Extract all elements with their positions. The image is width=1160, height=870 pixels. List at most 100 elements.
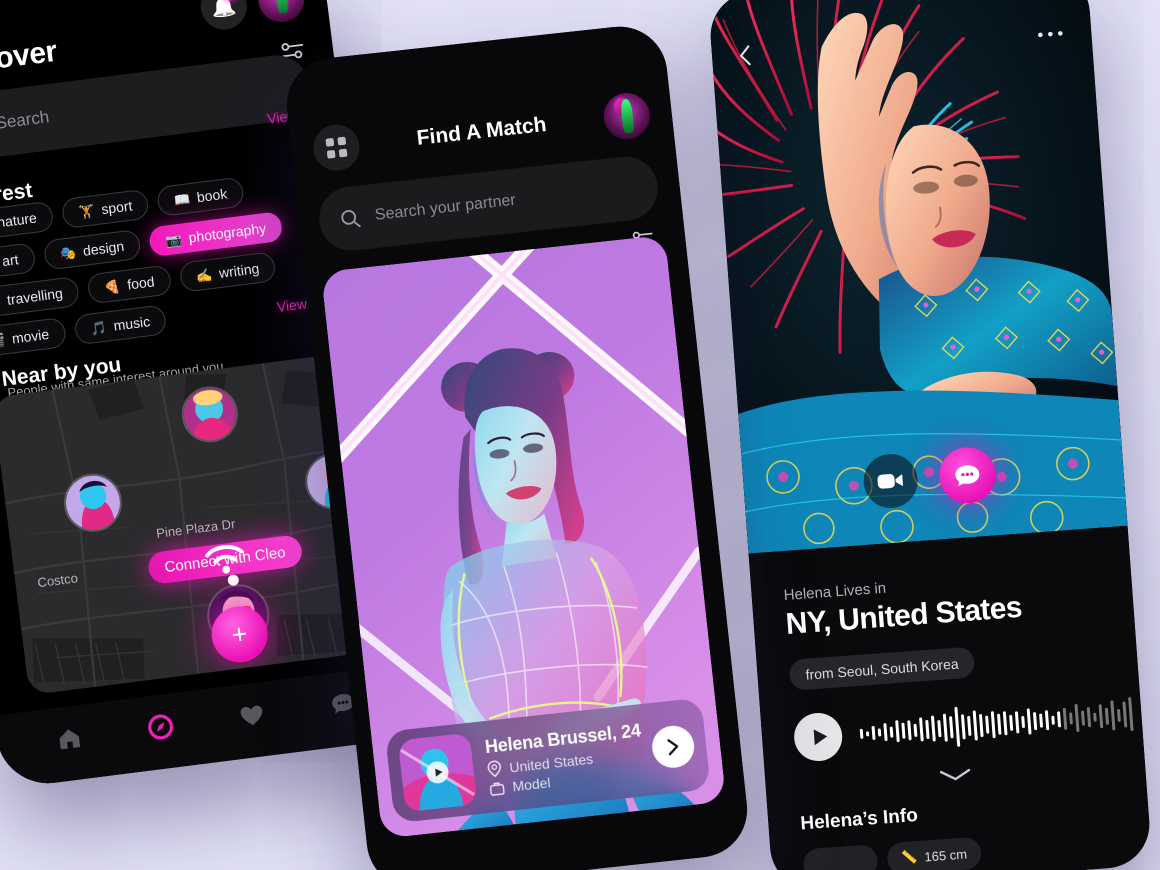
waveform-bar — [1116, 708, 1121, 722]
phone-profile: Helena Lives in NY, United States from S… — [707, 0, 1153, 870]
interest-chip-art[interactable]: 🎨art — [0, 242, 37, 281]
video-camera-icon — [877, 474, 904, 489]
interest-chip-photography[interactable]: 📷 photography — [147, 210, 284, 258]
chip-emoji-icon: 📖 — [172, 190, 191, 208]
audio-waveform[interactable] — [858, 691, 1134, 757]
info-tag-list: 📏165 cm🎓Undergraduate — [802, 826, 1123, 870]
waveform-bar — [1044, 710, 1050, 731]
tag-label: 165 cm — [923, 845, 968, 865]
interest-chip-movie[interactable]: 🎬 movie — [0, 316, 67, 359]
info-tag — [802, 844, 879, 870]
interest-chip-sport[interactable]: 🏋️ sport — [60, 188, 150, 230]
chip-emoji-icon: 🌎 — [0, 293, 1, 310]
chip-emoji-icon: 🎵 — [89, 319, 108, 337]
interest-chip-food[interactable]: 🍕 food — [86, 264, 173, 305]
waveform-bar — [1093, 712, 1097, 722]
waveform-bar — [907, 720, 912, 741]
screenshot-stage: Helena Lives in NY, United States from S… — [0, 0, 1160, 870]
chip-label: music — [112, 313, 151, 334]
interest-chip-travelling[interactable]: 🌎 travelling — [0, 275, 81, 320]
interest-chip-list: 🌿nature🏋️sport📖book🎨art🎭design📷photograp… — [0, 167, 332, 359]
chip-label: food — [126, 273, 156, 293]
waveform-bar — [1039, 713, 1044, 728]
nav-likes-icon[interactable] — [237, 701, 266, 730]
waveform-bar — [930, 715, 936, 742]
collapse-button[interactable] — [797, 754, 1114, 800]
waveform-bar — [960, 713, 966, 739]
chip-emoji-icon: 🎬 — [0, 331, 6, 349]
waveform-bar — [1104, 707, 1110, 725]
nav-home-icon[interactable] — [55, 724, 84, 753]
chevron-right-icon — [667, 739, 679, 756]
more-options-button[interactable] — [1036, 17, 1064, 45]
waveform-bar — [1051, 715, 1055, 725]
waveform-bar — [954, 706, 961, 747]
waveform-bar — [972, 710, 978, 741]
chip-label: writing — [218, 260, 261, 282]
chip-label: sport — [100, 197, 134, 218]
tag-emoji-icon: 📏 — [900, 849, 918, 866]
waveform-bar — [1026, 708, 1032, 735]
waveform-bar — [1098, 704, 1104, 729]
waveform-bar — [919, 717, 924, 742]
chip-emoji-icon: ✍️ — [195, 266, 214, 284]
profile-action-buttons — [861, 445, 998, 511]
map-pin-2[interactable] — [60, 470, 126, 536]
profile-details: Helena Lives in NY, United States from S… — [748, 525, 1153, 870]
chevron-down-icon — [939, 768, 971, 781]
waveform-bar — [1014, 711, 1020, 734]
origin-badge: from Seoul, South Korea — [788, 646, 976, 691]
match-user-avatar[interactable] — [601, 90, 653, 142]
waveform-bar — [913, 723, 918, 737]
chip-emoji-icon: 🍕 — [103, 278, 122, 296]
waveform-bar — [978, 713, 984, 737]
interest-chip-writing[interactable]: ✍️ writing — [178, 251, 277, 293]
match-title: Find A Match — [415, 112, 548, 150]
chat-button[interactable] — [937, 445, 998, 506]
waveform-bar — [1080, 709, 1086, 726]
search-input[interactable] — [0, 76, 291, 134]
voice-note-player[interactable] — [792, 692, 1134, 763]
chevron-left-icon — [740, 45, 751, 66]
waveform-bar — [871, 725, 876, 741]
play-button[interactable] — [792, 711, 844, 763]
chip-emoji-icon: 🎭 — [59, 244, 78, 262]
match-search-input[interactable] — [374, 178, 639, 225]
match-profile-card[interactable]: Helena Brussel, 24 United States Model — [320, 234, 727, 839]
chip-label: nature — [0, 209, 38, 231]
interest-chip-design[interactable]: 🎭 design — [42, 228, 142, 271]
interest-chip-nature[interactable]: 🌿nature — [0, 200, 55, 243]
waveform-bar — [949, 716, 954, 739]
briefcase-icon — [489, 781, 505, 796]
waveform-bar — [865, 730, 870, 736]
chip-label: movie — [10, 325, 51, 347]
interest-chip-music[interactable]: 🎵 music — [72, 304, 168, 346]
map-pin-1[interactable] — [178, 383, 242, 446]
video-call-button[interactable] — [861, 452, 920, 510]
waveform-bar — [1128, 696, 1134, 732]
nav-discover-icon[interactable] — [146, 712, 175, 741]
waveform-bar — [1009, 714, 1014, 731]
waveform-bar — [1002, 711, 1008, 736]
chip-label: book — [195, 185, 229, 206]
waveform-bar — [1069, 712, 1073, 725]
back-button[interactable] — [737, 44, 753, 73]
interest-chip-book[interactable]: 📖 book — [156, 176, 245, 218]
next-profile-button[interactable] — [650, 723, 697, 770]
chip-label: travelling — [6, 284, 64, 308]
user-avatar[interactable] — [255, 0, 308, 25]
notifications-button[interactable]: 🔔 — [198, 0, 250, 33]
match-job: Model — [511, 774, 552, 795]
waveform-bar — [895, 720, 900, 743]
waveform-bar — [901, 722, 906, 739]
chip-emoji-icon: 🏋️ — [77, 202, 96, 220]
play-icon — [434, 767, 443, 777]
waveform-bar — [877, 728, 882, 737]
waveform-bar — [1056, 711, 1062, 728]
waveform-bar — [985, 715, 990, 734]
waveform-bar — [1021, 715, 1026, 729]
video-thumbnail[interactable] — [397, 732, 478, 813]
grid-menu-button[interactable] — [311, 122, 362, 174]
bell-icon: 🔔 — [210, 0, 238, 20]
profile-screen: Helena Lives in NY, United States from S… — [707, 0, 1153, 870]
